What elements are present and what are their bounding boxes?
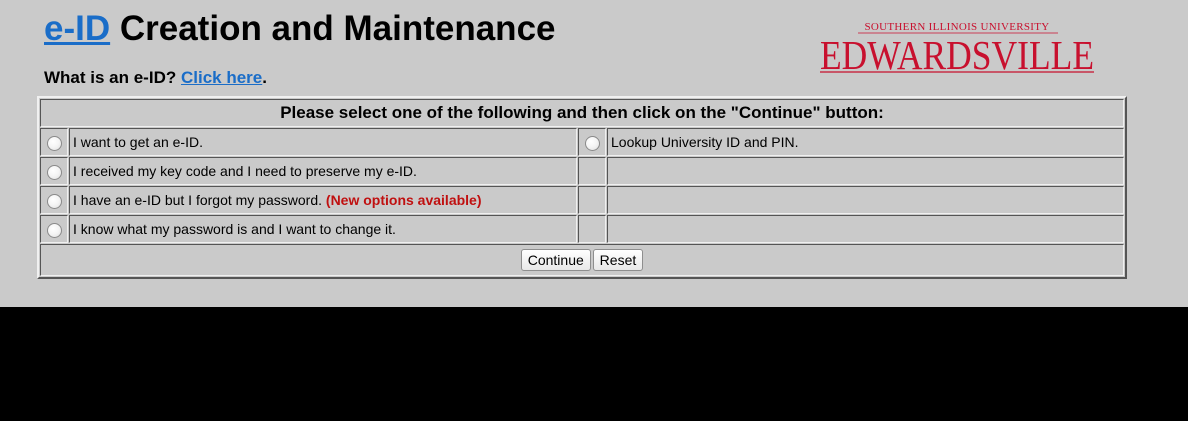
logo-main-text: EDWARDSVILLE [820,32,1094,76]
option-text: I know what my password is and I want to… [73,221,396,237]
radio-cell [40,128,68,156]
reset-button[interactable]: Reset [592,249,644,271]
option-text: Lookup University ID and PIN. [611,134,799,150]
option-text: I want to get an e-ID. [73,134,203,150]
radio-change-password[interactable] [46,223,62,239]
what-is-eid: What is an e-ID? Click here. [44,68,267,88]
page: e-ID Creation and Maintenance What is an… [0,0,1188,307]
radio-cell [40,186,68,214]
form-actions: Continue Reset [40,244,1124,276]
option-label-change: I know what my password is and I want to… [69,215,577,243]
option-label-get-eid: I want to get an e-ID. [69,128,577,156]
radio-cell [578,128,606,156]
radio-cell [40,157,68,185]
option-label-lookup: Lookup University ID and PIN. [607,128,1124,156]
page-title: e-ID Creation and Maintenance [44,8,556,50]
option-label-forgot: I have an e-ID but I forgot my password.… [69,186,577,214]
siue-logo: SOUTHERN ILLINOIS UNIVERSITY EDWARDSVILL… [820,21,1094,76]
option-row: I have an e-ID but I forgot my password.… [40,186,1124,214]
eid-link[interactable]: e-ID [44,9,110,48]
empty-cell [578,215,606,243]
option-row: I know what my password is and I want to… [40,215,1124,243]
empty-cell [578,186,606,214]
what-is-eid-period: . [262,68,267,87]
option-label-preserve: I received my key code and I need to pre… [69,157,577,185]
radio-preserve-eid[interactable] [46,165,62,181]
radio-cell [40,215,68,243]
form-header: Please select one of the following and t… [40,99,1124,127]
radio-lookup-id[interactable] [584,136,600,152]
what-is-eid-text: What is an e-ID? [44,68,177,87]
radio-get-eid[interactable] [46,136,62,152]
new-options-note: (New options available) [325,192,482,208]
option-row: I received my key code and I need to pre… [40,157,1124,185]
empty-cell [607,157,1124,185]
continue-button[interactable]: Continue [520,249,591,271]
radio-forgot-password[interactable] [46,194,62,210]
option-text: I have an e-ID but I forgot my password. [73,192,323,208]
option-row: I want to get an e-ID. Lookup University… [40,128,1124,156]
click-here-link[interactable]: Click here [181,68,262,87]
title-text: Creation and Maintenance [119,9,556,48]
option-text: I received my key code and I need to pre… [73,163,417,179]
empty-cell [607,186,1124,214]
empty-cell [578,157,606,185]
options-form: Please select one of the following and t… [37,96,1127,279]
empty-cell [607,215,1124,243]
